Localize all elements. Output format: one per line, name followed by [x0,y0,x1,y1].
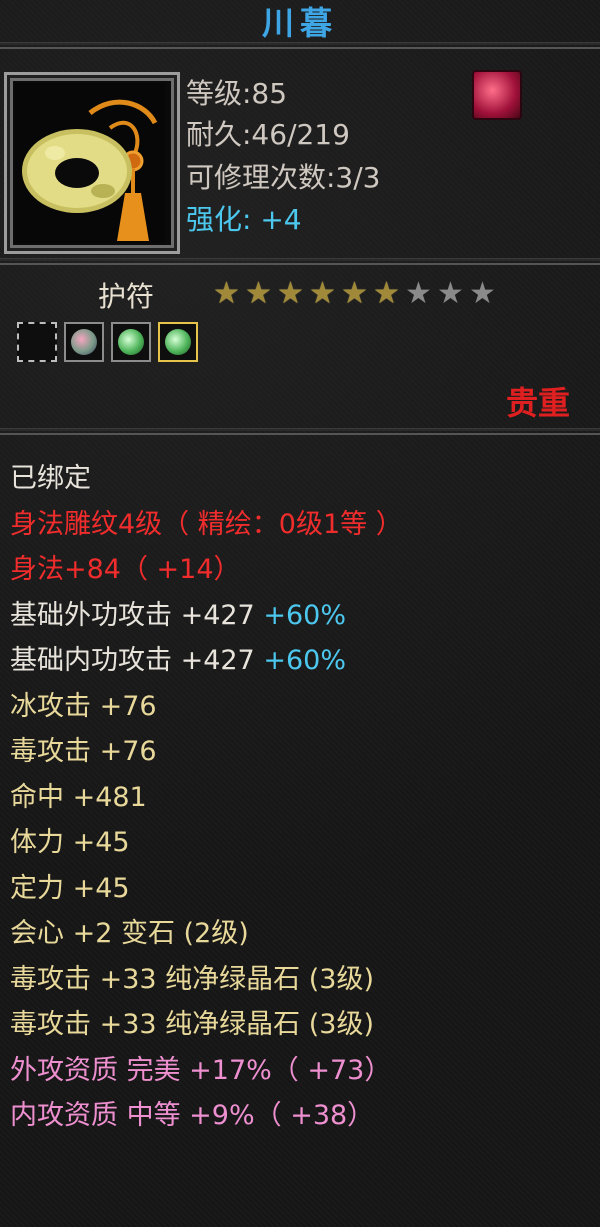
int-attack-stat: 基础内功攻击 +427 +60% [10,638,600,684]
info-divider [0,258,600,267]
star-rating: ★ ★ ★ ★ ★ ★ ★ ★ ★ [212,278,497,312]
ext-quality-stat: 外攻资质 完美 +17%（ +73） [10,1054,392,1086]
accuracy-stat: 命中 +481 [10,781,147,813]
star-empty-icon: ★ [469,276,496,311]
int-attack-label: 基础内功攻击 +427 [10,645,255,676]
star-icon: ★ [373,276,400,311]
empty-socket[interactable] [17,322,57,362]
item-type-label: 护符 [98,280,155,313]
green-gem-icon [118,329,144,355]
star-icon: ★ [277,276,304,311]
header-divider [0,42,600,51]
item-tooltip-panel: 川暮 等级:85 耐久:46/219 可修理次数:3/3 强化: +4 护符 ★… [0,0,600,1227]
poison-gem-stat-1: 毒攻击 +33 纯净绿晶石 (3级) [10,963,374,995]
enhance-attribute: 强化: +4 [186,203,302,236]
star-icon: ★ [245,276,272,311]
item-icon-frame[interactable] [4,72,180,254]
ext-attack-label: 基础外功攻击 +427 [10,599,255,631]
star-empty-icon: ★ [405,276,432,311]
ice-attack-stat: 冰攻击 +76 [10,690,157,722]
level-attribute: 等级:85 [186,77,288,110]
item-name-title: 川暮 [261,4,338,42]
gem-socket[interactable] [111,322,151,362]
gem-socket-selected[interactable] [158,322,198,362]
star-icon: ★ [341,276,368,311]
flame-skill-icon[interactable] [472,70,522,120]
star-icon: ★ [213,276,240,311]
repair-count-attribute: 可修理次数:3/3 [186,161,381,194]
stat-list: 已绑定 身法雕纹4级（ 精绘：0级1等 ） 身法+84（ +14） 基础外功攻击… [10,456,600,1139]
focus-stat: 定力 +45 [10,872,130,904]
rarity-label: 贵重 [505,384,570,422]
stats-divider [0,428,600,437]
star-icon: ★ [309,276,336,311]
durability-attribute: 耐久:46/219 [186,118,350,151]
stamina-stat: 体力 +45 [10,827,130,858]
agility-stat: 身法+84（ +14） [10,554,241,585]
poison-gem-stat-2: 毒攻击 +33 纯净绿晶石 (3级) [10,1009,374,1040]
int-attack-bonus: +60% [263,645,346,676]
carving-stat: 身法雕纹4级（ 精绘：0级1等 ） [10,508,403,540]
star-empty-icon: ★ [437,276,464,311]
int-quality-stat: 内攻资质 中等 +9%（ +38） [10,1100,375,1131]
jade-ring-amulet-icon [15,83,165,243]
poison-attack-stat: 毒攻击 +76 [10,736,157,767]
ext-attack-bonus: +60% [263,599,346,631]
gem-sockets [17,322,198,362]
gem-icon [71,329,97,355]
crit-gem-stat: 会心 +2 变石 (2级) [10,918,249,949]
ext-attack-stat: 基础外功攻击 +427 +60% [10,593,600,639]
bound-status: 已绑定 [10,463,91,494]
gem-socket[interactable] [64,322,104,362]
green-gem-icon [165,329,191,355]
